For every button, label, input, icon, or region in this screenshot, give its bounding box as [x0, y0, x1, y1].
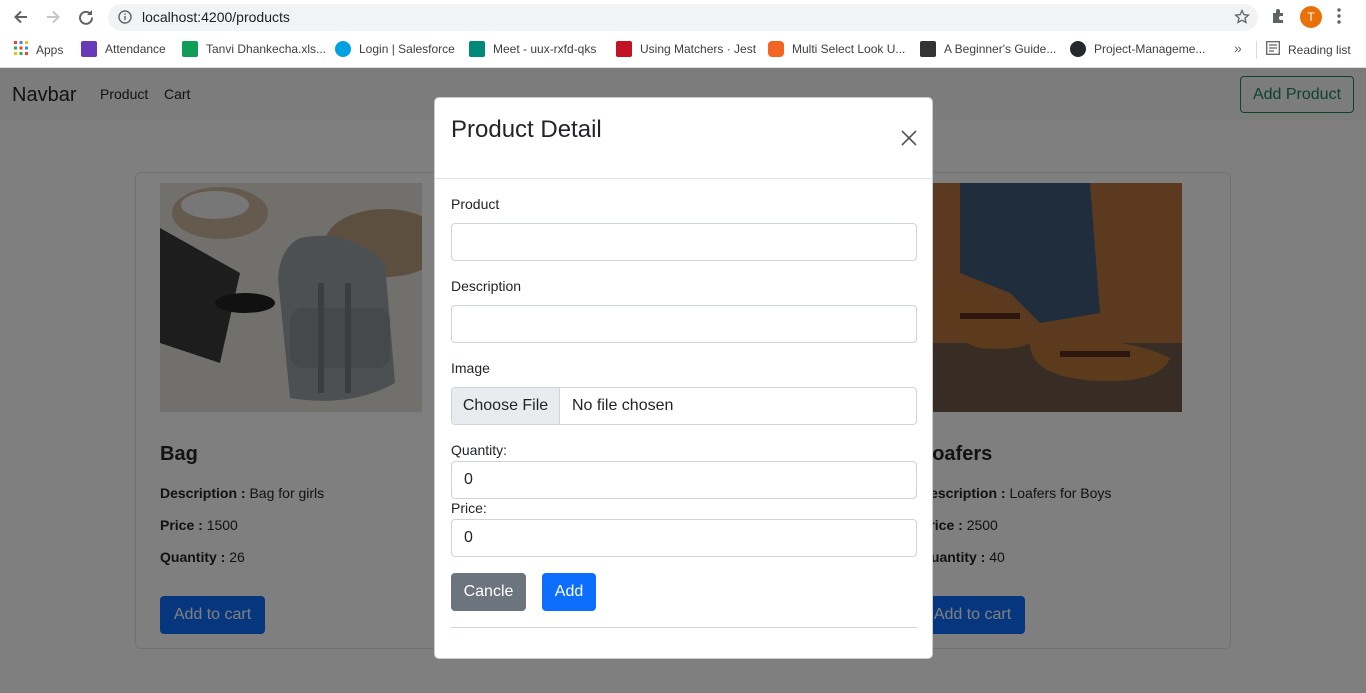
image-file-input[interactable]: Choose File No file chosen [451, 387, 917, 425]
add-button[interactable]: Add [542, 573, 596, 611]
quantity-label: Quantity: [451, 442, 508, 458]
back-icon[interactable] [9, 5, 33, 29]
file-status: No file chosen [572, 397, 674, 414]
cancel-button[interactable]: Cancle [451, 573, 526, 611]
jest-icon [616, 41, 632, 57]
description-label: Description [451, 278, 522, 294]
meet-icon [469, 41, 485, 57]
apps-grid-icon [14, 41, 28, 58]
bookmark-salesforce[interactable]: Login | Salesforce [335, 41, 455, 57]
bookmark-label: A Beginner's Guide... [944, 42, 1057, 56]
forms-icon [81, 41, 97, 57]
layers-icon [920, 41, 936, 57]
bookmark-label: Apps [36, 42, 64, 57]
browser-chrome: localhost:4200/products T Apps Attendanc… [0, 0, 1366, 68]
bookmarks-bar: Apps Attendance Tanvi Dhankecha.xls... L… [0, 36, 1366, 62]
reload-icon[interactable] [74, 5, 98, 29]
site-info-icon[interactable] [118, 10, 132, 29]
image-label: Image [451, 360, 490, 376]
bookmarks-divider [1256, 41, 1257, 59]
forward-icon[interactable] [41, 5, 65, 29]
modal-header: Product Detail [435, 98, 932, 179]
reading-list[interactable]: Reading list [1266, 41, 1351, 58]
bookmark-label: Using Matchers · Jest [640, 42, 757, 56]
product-detail-modal: Product Detail Product Description Image… [434, 97, 933, 659]
bookmark-github[interactable]: Project-Manageme... [1070, 41, 1205, 57]
github-icon [1070, 41, 1086, 57]
close-icon[interactable] [899, 128, 919, 148]
product-input[interactable] [451, 223, 917, 261]
bookmark-sheet[interactable]: Tanvi Dhankecha.xls... [182, 41, 326, 57]
address-bar[interactable]: localhost:4200/products [108, 4, 1258, 31]
bookmark-label: Project-Manageme... [1094, 42, 1206, 56]
bookmark-label: Attendance [105, 42, 166, 56]
price-input[interactable] [451, 519, 917, 557]
address-url[interactable]: localhost:4200/products [142, 9, 290, 25]
quantity-input[interactable] [451, 461, 917, 499]
modal-title: Product Detail [451, 116, 602, 143]
bookmark-label: Login | Salesforce [359, 42, 455, 56]
bookmarks-more-icon[interactable]: » [1234, 40, 1242, 56]
product-label: Product [451, 196, 500, 212]
choose-file-button[interactable]: Choose File [452, 388, 560, 424]
bookmark-label: Multi Select Look U... [792, 42, 906, 56]
bookmark-label: Meet - uux-rxfd-qks [493, 42, 597, 56]
browser-toolbar: localhost:4200/products T [0, 0, 1366, 34]
bookmark-apps[interactable]: Apps [14, 41, 63, 58]
description-input[interactable] [451, 305, 917, 343]
reading-list-label: Reading list [1288, 42, 1351, 57]
sheets-icon [182, 41, 198, 57]
blogger-icon [768, 41, 784, 57]
bookmark-label: Tanvi Dhankecha.xls... [206, 42, 327, 56]
price-label: Price: [451, 500, 487, 516]
bookmark-meet[interactable]: Meet - uux-rxfd-qks [469, 41, 596, 57]
bookmark-guide[interactable]: A Beginner's Guide... [920, 41, 1056, 57]
bookmark-star-icon[interactable] [1234, 8, 1250, 30]
extensions-icon[interactable] [1270, 7, 1288, 30]
bookmark-jest[interactable]: Using Matchers · Jest [616, 41, 756, 57]
modal-divider [451, 627, 917, 628]
browser-menu-icon[interactable] [1337, 8, 1341, 29]
profile-avatar[interactable]: T [1300, 6, 1322, 28]
salesforce-cloud-icon [335, 41, 351, 57]
reading-list-icon [1266, 41, 1280, 58]
bookmark-attendance[interactable]: Attendance [81, 41, 166, 57]
bookmark-blogger[interactable]: Multi Select Look U... [768, 41, 905, 57]
